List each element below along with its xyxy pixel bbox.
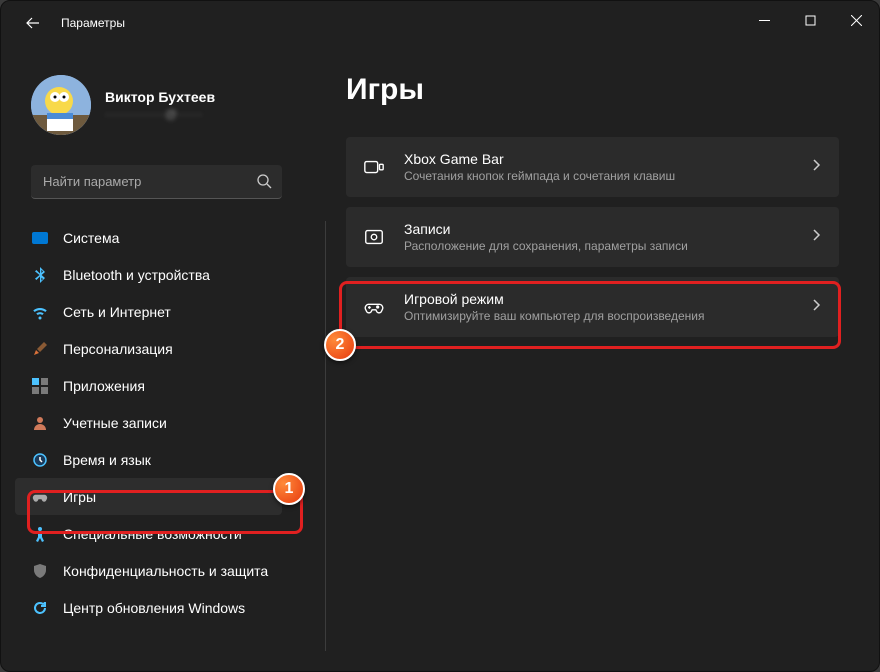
sidebar-item-label: Приложения: [63, 378, 145, 394]
close-button[interactable]: [833, 1, 879, 39]
setting-subtitle: Расположение для сохранения, параметры з…: [404, 239, 809, 253]
maximize-button[interactable]: [787, 1, 833, 39]
arrow-left-icon: [25, 15, 41, 31]
capture-icon: [362, 225, 386, 249]
sidebar-item-label: Сеть и Интернет: [63, 304, 171, 320]
shield-icon: [31, 562, 49, 580]
clock-icon: [31, 451, 49, 469]
setting-game-mode[interactable]: Игровой режим Оптимизируйте ваш компьютер…: [346, 277, 839, 337]
monitor-icon: [31, 229, 49, 247]
chevron-right-icon: [809, 158, 823, 177]
profile-block[interactable]: Виктор Бухтеев ············@·····: [1, 45, 296, 155]
titlebar: Параметры: [1, 1, 879, 45]
sidebar-item-label: Центр обновления Windows: [63, 600, 245, 616]
page-title: Игры: [346, 73, 839, 107]
avatar: [31, 75, 91, 135]
sidebar-item-label: Игры: [63, 489, 96, 505]
sidebar-item-label: Система: [63, 230, 119, 246]
maximize-icon: [805, 15, 816, 26]
wifi-icon: [31, 303, 49, 321]
sidebar-divider: [325, 221, 326, 651]
nav: Система Bluetooth и устройства Сеть и Ин…: [1, 215, 296, 626]
avatar-image: [31, 75, 91, 135]
search-icon: [256, 173, 272, 194]
gamepad-icon: [31, 488, 49, 506]
xbox-gamebar-icon: [362, 155, 386, 179]
sidebar-item-personalization[interactable]: Персонализация: [15, 330, 282, 367]
sidebar-item-label: Специальные возможности: [63, 526, 242, 542]
sidebar-item-accounts[interactable]: Учетные записи: [15, 404, 282, 441]
minimize-button[interactable]: [741, 1, 787, 39]
sidebar-item-windows-update[interactable]: Центр обновления Windows: [15, 589, 282, 626]
search-input[interactable]: [31, 165, 282, 199]
setting-title: Записи: [404, 221, 809, 237]
apps-icon: [31, 377, 49, 395]
sidebar-item-label: Учетные записи: [63, 415, 167, 431]
sidebar-item-system[interactable]: Система: [15, 219, 282, 256]
setting-subtitle: Сочетания кнопок геймпада и сочетания кл…: [404, 169, 809, 183]
window-controls: [741, 1, 879, 39]
chevron-right-icon: [809, 298, 823, 317]
sidebar-item-label: Bluetooth и устройства: [63, 267, 210, 283]
setting-subtitle: Оптимизируйте ваш компьютер для воспроиз…: [404, 309, 809, 323]
sidebar-item-time-language[interactable]: Время и язык: [15, 441, 282, 478]
back-button[interactable]: [21, 11, 45, 35]
sidebar-item-privacy[interactable]: Конфиденциальность и защита: [15, 552, 282, 589]
step-badge-1: 1: [273, 473, 305, 505]
sidebar-item-accessibility[interactable]: Специальные возможности: [15, 515, 282, 552]
settings-window: Параметры: [0, 0, 880, 672]
sidebar-item-network[interactable]: Сеть и Интернет: [15, 293, 282, 330]
setting-title: Xbox Game Bar: [404, 151, 809, 167]
setting-title: Игровой режим: [404, 291, 809, 307]
main-content: Игры Xbox Game Bar Сочетания кнопок геймп…: [306, 45, 879, 671]
sidebar-item-label: Конфиденциальность и защита: [63, 563, 268, 579]
step-badge-2: 2: [324, 329, 356, 361]
update-icon: [31, 599, 49, 617]
chevron-right-icon: [809, 228, 823, 247]
sidebar-item-gaming[interactable]: Игры: [15, 478, 282, 515]
sidebar: Виктор Бухтеев ············@····· Систем…: [1, 45, 306, 671]
profile-email: ············@·····: [105, 107, 215, 121]
sidebar-item-label: Время и язык: [63, 452, 151, 468]
search-wrap: [31, 165, 282, 199]
accessibility-icon: [31, 525, 49, 543]
sidebar-item-apps[interactable]: Приложения: [15, 367, 282, 404]
minimize-icon: [759, 15, 770, 26]
bluetooth-icon: [31, 266, 49, 284]
sidebar-item-label: Персонализация: [63, 341, 173, 357]
person-icon: [31, 414, 49, 432]
setting-captures[interactable]: Записи Расположение для сохранения, парам…: [346, 207, 839, 267]
sidebar-item-bluetooth[interactable]: Bluetooth и устройства: [15, 256, 282, 293]
profile-name: Виктор Бухтеев: [105, 89, 215, 105]
window-title: Параметры: [61, 16, 125, 30]
brush-icon: [31, 340, 49, 358]
game-mode-icon: [362, 295, 386, 319]
setting-xbox-game-bar[interactable]: Xbox Game Bar Сочетания кнопок геймпада и…: [346, 137, 839, 197]
close-icon: [851, 15, 862, 26]
